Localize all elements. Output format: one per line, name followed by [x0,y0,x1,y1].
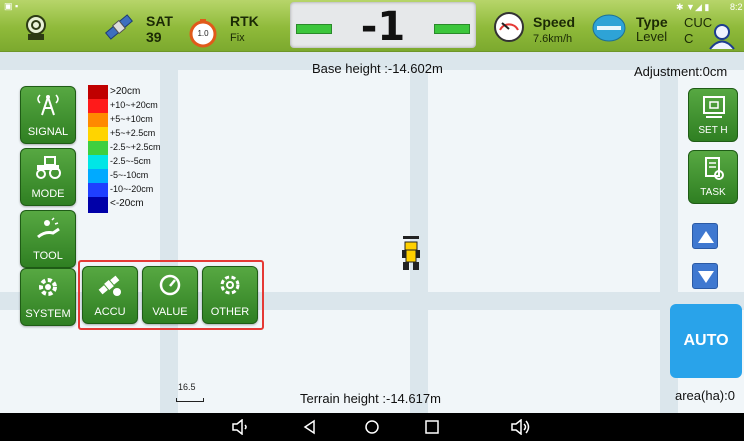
legend-label: -2.5~-5cm [110,156,151,166]
task-button[interactable]: TASK [688,150,738,204]
sat-label: SAT [146,13,173,29]
speed-value: 7.6km/h [533,33,573,45]
back-triangle-icon [303,419,315,435]
area-readout: area(ha):0 [675,388,735,403]
system-label: SYSTEM [25,308,71,320]
cuc-value: C [684,31,694,46]
tractor-mode-icon [21,155,75,179]
antenna-icon [21,93,75,117]
android-status-icons: ▣ ▪ [4,1,19,11]
home-circle-icon [365,420,379,434]
field-boundary-line [410,52,428,413]
satellite-icon [102,10,136,44]
sat-count: 39 [146,29,162,45]
triangle-up-icon [698,231,714,243]
legend-label: -2.5~+2.5cm [110,142,161,152]
mode-button[interactable]: MODE [20,148,76,206]
satellite-accuracy-icon [83,273,137,297]
monitor-icon [702,95,726,124]
base-height-readout: Base height :-14.602m [312,61,443,76]
lightbar-right-segment [434,24,470,34]
operator-icon[interactable] [706,22,738,50]
tractor-icon [402,236,420,272]
set-h-label: SET H [698,125,728,136]
value-button[interactable]: VALUE [142,266,198,324]
tool-button[interactable]: TOOL [20,210,76,268]
task-label: TASK [700,187,726,198]
value-label: VALUE [152,306,188,318]
other-button[interactable]: OTHER [202,266,258,324]
volume-down-icon [232,419,247,435]
type-value: Level [636,29,668,44]
legend-label: +5~+2.5cm [110,128,156,138]
legend-swatch [88,197,108,213]
legend-label: >20cm [110,86,141,97]
legend-label: +10~+20cm [110,100,158,110]
level-type-icon [592,13,626,43]
signal-label: SIGNAL [27,126,69,138]
set-h-button[interactable]: SET H [688,88,738,142]
clock: 8:2 [730,2,743,12]
terrain-height-readout: Terrain height :-14.617m [300,391,441,406]
up-arrow-button[interactable] [692,223,718,249]
recents-button[interactable] [421,417,443,437]
tool-label: TOOL [33,250,63,262]
legend-label: -5~-10cm [110,170,149,180]
scale-bar: 16.5 [176,382,206,404]
settings-gear-icon [203,273,257,297]
other-label: OTHER [210,306,250,318]
android-notification-icons: ✱ ▼◢ ▮ [676,2,710,12]
rtk-label: RTK [230,13,259,29]
mode-label: MODE [31,188,65,200]
gauge-icon [143,273,197,297]
target-icon[interactable] [22,12,50,42]
field-map[interactable]: Base height :-14.602m Adjustment:0cm Ter… [0,52,744,413]
deviation-lightbar: -1 [290,2,476,50]
auto-button[interactable]: AUTO [670,304,742,378]
system-submenu: ACCU VALUE OTHER [78,260,264,330]
system-button[interactable]: SYSTEM [20,268,76,326]
adjustment-readout: Adjustment:0cm [634,64,728,79]
legend-label: +5~+10cm [110,114,153,124]
triangle-down-icon [698,271,714,283]
gear-icon [21,275,75,299]
android-nav-bar [0,413,744,441]
rtk-dial-value: 1.0 [197,29,209,38]
speedometer-icon [492,10,526,44]
rtk-dial-icon: 1.0 [188,18,218,48]
legend-label: -10~-20cm [110,184,154,194]
scale-value: 16.5 [178,382,196,392]
back-button[interactable] [299,417,321,437]
type-label: Type [636,14,668,30]
legend-row: <-20cm [88,197,188,213]
volume-down-button[interactable] [230,417,252,437]
volume-up-icon [511,419,530,435]
legend-label: <-20cm [110,198,144,209]
volume-up-button[interactable] [510,417,532,437]
signal-button[interactable]: SIGNAL [20,86,76,144]
speed-label: Speed [533,14,576,30]
rtk-status: Fix [230,32,245,44]
status-bar: ▣ ▪ SAT 39 1.0 RTK Fix -1 Speed 7.6km/h … [0,0,744,52]
tool-hand-icon [21,217,75,241]
task-document-icon [702,157,726,186]
recents-square-icon [425,420,439,434]
home-button[interactable] [361,417,383,437]
accu-label: ACCU [94,306,126,318]
accu-button[interactable]: ACCU [82,266,138,324]
down-arrow-button[interactable] [692,263,718,289]
